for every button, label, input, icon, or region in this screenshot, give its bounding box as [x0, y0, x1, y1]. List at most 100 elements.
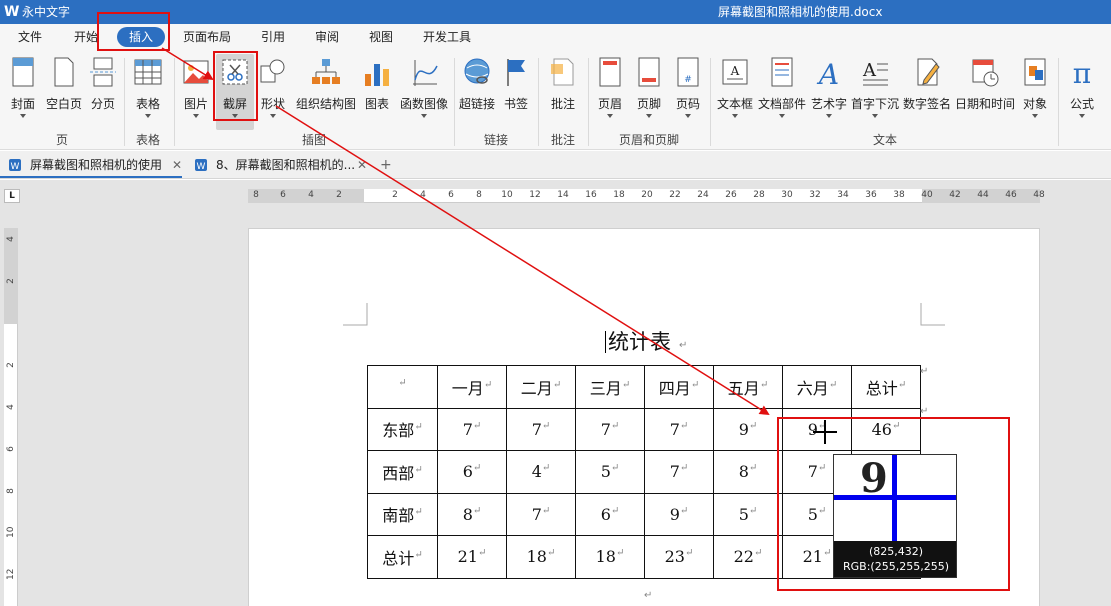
table-cell[interactable]: 7↵	[437, 407, 507, 451]
doc-parts-button[interactable]: 文档部件	[758, 54, 806, 130]
table-button[interactable]: 表格	[130, 54, 166, 130]
ruler-tick: 14	[557, 190, 569, 200]
date-time-button[interactable]: 日期和时间	[954, 54, 1016, 130]
table-header-cell[interactable]: 六月↵	[782, 365, 852, 409]
group-label-comments: 批注	[551, 133, 576, 147]
formula-icon: π	[1073, 57, 1091, 88]
tab-document-2[interactable]: W 8、屏幕截图和照相机的... ✕	[194, 151, 372, 179]
tab-document-1[interactable]: W 屏幕截图和照相机的使用 ✕	[8, 151, 186, 179]
picture-icon	[183, 60, 209, 84]
table-cell[interactable]: 9↵	[644, 492, 714, 536]
table-header-cell[interactable]: 三月↵	[575, 365, 645, 409]
header-label: 页眉	[597, 97, 622, 111]
table-header-cell[interactable]: 总计↵	[851, 365, 921, 409]
table-cell[interactable]: 5↵	[575, 450, 645, 494]
menu-page-layout[interactable]: 页面布局	[183, 29, 231, 45]
comment-button[interactable]: 批注	[546, 54, 580, 130]
table-cell[interactable]: 7↵	[644, 450, 714, 494]
formula-button[interactable]: π 公式	[1064, 54, 1100, 130]
page-break-button[interactable]: 分页	[86, 54, 120, 130]
footer-label: 页脚	[636, 97, 661, 111]
digital-signature-button[interactable]: 数字签名	[902, 54, 952, 130]
table-cell[interactable]: 46↵	[851, 407, 921, 451]
table-cell[interactable]: 18↵	[506, 535, 576, 579]
tab-stop-selector[interactable]: L	[4, 189, 20, 203]
menu-references[interactable]: 引用	[261, 29, 285, 45]
object-button[interactable]: 对象	[1018, 54, 1052, 130]
table-cell[interactable]: 总计↵	[367, 535, 438, 579]
text-cursor	[605, 331, 606, 353]
menu-home[interactable]: 开始	[74, 29, 98, 45]
table-title[interactable]: 统计表	[608, 328, 671, 356]
horizontal-ruler[interactable]: 8 6 4 2 2 4 6 8 10 12 14 16 18 20 22 24 …	[248, 189, 1045, 203]
table-cell[interactable]: 5↵	[713, 492, 783, 536]
ruler-tick: 28	[753, 190, 765, 200]
function-graph-button[interactable]: 函数图像	[396, 54, 452, 130]
digital-signature-label: 数字签名	[902, 97, 951, 111]
page-number-button[interactable]: # 页码	[672, 54, 704, 130]
table-cell[interactable]: 西部↵	[367, 450, 438, 494]
table-cell[interactable]: 东部↵	[367, 407, 438, 451]
org-chart-label: 组织结构图	[295, 97, 356, 111]
chart-label: 图表	[364, 97, 389, 111]
bookmark-icon	[507, 59, 525, 86]
table-header-cell[interactable]: 五月↵	[713, 365, 783, 409]
menu-view[interactable]: 视图	[369, 29, 393, 45]
ruler-tick: 2	[336, 190, 342, 200]
org-chart-button[interactable]: 组织结构图	[294, 54, 358, 130]
table-cell[interactable]: 6↵	[575, 492, 645, 536]
table-cell[interactable]: 9↵	[713, 407, 783, 451]
screenshot-button[interactable]: 截屏	[216, 54, 254, 130]
chart-button[interactable]: 图表	[362, 54, 392, 130]
group-label-table: 表格	[136, 133, 161, 147]
close-icon[interactable]: ✕	[357, 151, 367, 179]
table-cell[interactable]: 6↵	[437, 450, 507, 494]
table-cell[interactable]: 7↵	[506, 407, 576, 451]
table-cell[interactable]: 7↵	[644, 407, 714, 451]
table-cell[interactable]: 7↵	[575, 407, 645, 451]
text-box-button[interactable]: A 文本框	[716, 54, 754, 130]
table-cell[interactable]: 22↵	[713, 535, 783, 579]
table-cell[interactable]: 南部↵	[367, 492, 438, 536]
table-cell[interactable]: 18↵	[575, 535, 645, 579]
shapes-button[interactable]: 形状	[258, 54, 288, 130]
word-art-button[interactable]: A 艺术字	[810, 54, 848, 130]
comment-label: 批注	[550, 97, 575, 111]
menu-developer[interactable]: 开发工具	[423, 29, 471, 45]
table-cell[interactable]: 4↵	[506, 450, 576, 494]
menu-file[interactable]: 文件	[18, 29, 42, 45]
page-break-icon	[90, 57, 116, 87]
table-cell[interactable]: 23↵	[644, 535, 714, 579]
close-icon[interactable]: ✕	[172, 151, 182, 179]
table-cell[interactable]: 8↵	[437, 492, 507, 536]
footer-button[interactable]: 页脚	[632, 54, 666, 130]
table-header-cell[interactable]: 二月↵	[506, 365, 576, 409]
ruler-tick: 24	[697, 190, 709, 200]
formula-label: 公式	[1069, 97, 1094, 111]
new-tab-plus-icon[interactable]: +	[380, 151, 392, 179]
page-number-label: 页码	[675, 97, 700, 111]
object-label: 对象	[1022, 97, 1047, 111]
ruler-tick: 32	[809, 190, 821, 200]
hyperlink-button[interactable]: 超链接	[458, 54, 496, 130]
table-cell[interactable]: 7↵	[506, 492, 576, 536]
svg-text:#: #	[684, 75, 692, 85]
table-header-cell[interactable]: 四月↵	[644, 365, 714, 409]
menu-review[interactable]: 审阅	[315, 29, 339, 45]
table-cell[interactable]: ↵	[367, 365, 438, 409]
header-button[interactable]: 页眉	[594, 54, 626, 130]
cover-button[interactable]: 封面	[6, 54, 40, 130]
paragraph-mark: ↵	[920, 406, 929, 417]
vertical-ruler[interactable]: 4 2 2 4 6 8 10 12	[4, 228, 18, 606]
table-cell[interactable]: 21↵	[437, 535, 507, 579]
table-cell[interactable]: 8↵	[713, 450, 783, 494]
text-box-icon: A	[722, 59, 748, 85]
table-header-cell[interactable]: 一月↵	[437, 365, 507, 409]
blank-page-button[interactable]: 空白页	[44, 54, 84, 130]
menu-insert[interactable]: 插入	[117, 27, 165, 47]
picture-button[interactable]: 图片	[178, 54, 214, 130]
shapes-label: 形状	[260, 97, 285, 111]
bookmark-button[interactable]: 书签	[500, 54, 532, 130]
group-label-page: 页	[56, 133, 69, 147]
drop-cap-button[interactable]: A 首字下沉	[850, 54, 900, 130]
